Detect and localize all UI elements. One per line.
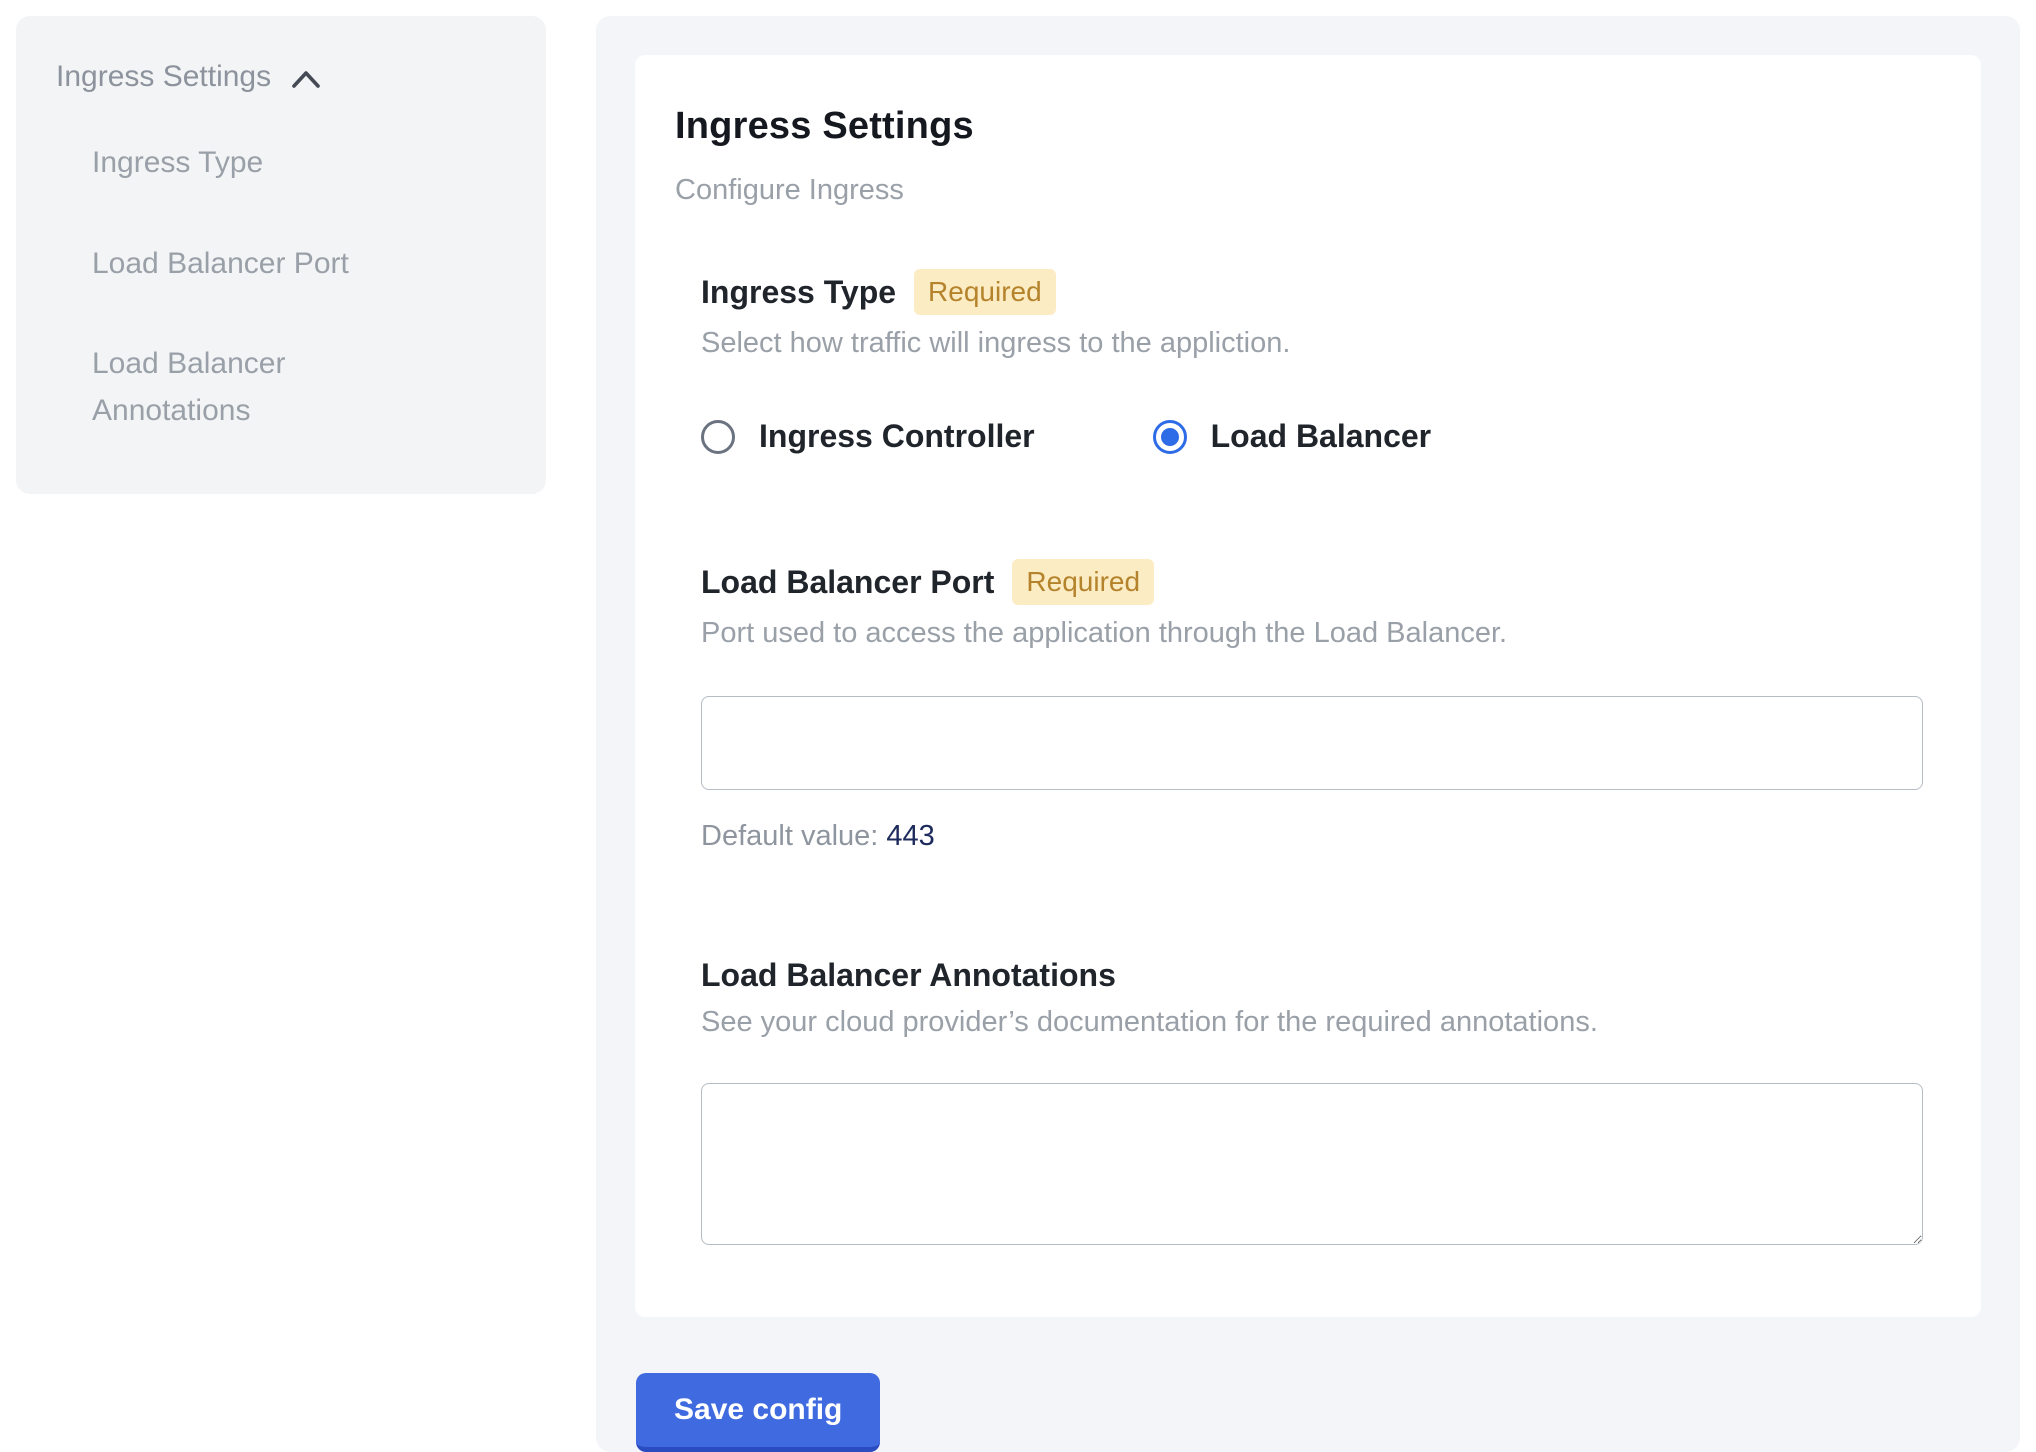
ingress-type-radio-group: Ingress Controller Load Balancer — [701, 418, 1925, 455]
required-badge: Required — [914, 269, 1056, 315]
chevron-up-icon[interactable] — [289, 67, 323, 91]
default-value-label: Default value: — [701, 820, 878, 852]
sidebar-section-label: Ingress Settings — [56, 60, 271, 94]
load-balancer-annotations-label: Load Balancer Annotations — [701, 957, 1116, 994]
load-balancer-port-section: Load Balancer Port Required Port used to… — [701, 559, 1925, 853]
page-title: Ingress Settings — [675, 105, 1925, 148]
save-config-button[interactable]: Save config — [636, 1373, 880, 1452]
settings-sidebar: Ingress Settings Ingress Type Load Balan… — [16, 16, 546, 494]
radio-label-load-balancer[interactable]: Load Balancer — [1211, 418, 1432, 455]
radio-checked-icon[interactable] — [1153, 420, 1187, 454]
required-badge: Required — [1012, 559, 1154, 605]
default-value: 443 — [886, 820, 934, 852]
load-balancer-port-description: Port used to access the application thro… — [701, 617, 1925, 650]
load-balancer-port-input[interactable] — [701, 696, 1923, 790]
sidebar-item-load-balancer-annotations[interactable]: Load Balancer Annotations — [92, 341, 422, 434]
sidebar-item-list: Ingress Type Load Balancer Port Load Bal… — [56, 140, 506, 434]
load-balancer-annotations-description: See your cloud provider’s documentation … — [701, 1006, 1925, 1039]
radio-label-ingress-controller[interactable]: Ingress Controller — [759, 418, 1035, 455]
radio-option-ingress-controller[interactable]: Ingress Controller — [701, 418, 1035, 455]
ingress-type-label: Ingress Type — [701, 274, 896, 311]
sidebar-section-ingress-settings[interactable]: Ingress Settings — [56, 60, 506, 94]
radio-unchecked-icon[interactable] — [701, 420, 735, 454]
load-balancer-port-label: Load Balancer Port — [701, 564, 994, 601]
ingress-settings-card: Ingress Settings Configure Ingress Ingre… — [635, 55, 1981, 1317]
sidebar-item-ingress-type[interactable]: Ingress Type — [92, 140, 422, 187]
ingress-type-description: Select how traffic will ingress to the a… — [701, 327, 1925, 360]
load-balancer-annotations-textarea[interactable] — [701, 1083, 1923, 1245]
main-panel: Ingress Settings Configure Ingress Ingre… — [596, 16, 2020, 1452]
default-value-line: Default value:443 — [701, 820, 1925, 853]
page-subtitle: Configure Ingress — [675, 174, 1925, 207]
sidebar-item-load-balancer-port[interactable]: Load Balancer Port — [92, 241, 422, 288]
load-balancer-annotations-section: Load Balancer Annotations See your cloud… — [701, 957, 1925, 1245]
radio-option-load-balancer[interactable]: Load Balancer — [1153, 418, 1432, 455]
ingress-type-section: Ingress Type Required Select how traffic… — [701, 269, 1925, 455]
